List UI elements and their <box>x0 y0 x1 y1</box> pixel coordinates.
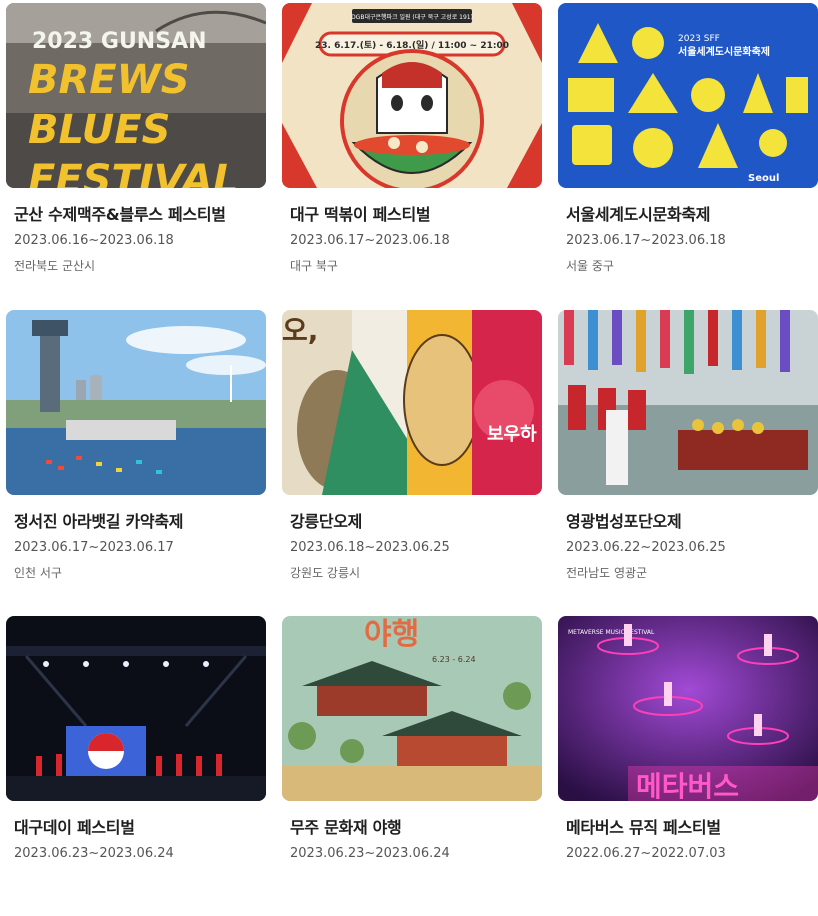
poster-image: 2023 SFF 서울세계도시문화축제 Seoul <box>558 3 818 188</box>
festival-title[interactable]: 무주 문화재 야행 <box>290 814 402 838</box>
festival-date: 2023.06.17~2023.06.18 <box>290 233 450 248</box>
poster-image <box>6 310 266 495</box>
festival-poster[interactable]: 오, 보우하 <box>282 310 542 495</box>
festival-title[interactable]: 대구 떡볶이 페스티벌 <box>290 201 431 225</box>
festival-title[interactable]: 강릉단오제 <box>290 508 362 532</box>
festival-card[interactable]: METAVERSE MUSIC FESTIVAL 메타버스 메타버스 뮤직 페스… <box>558 616 818 916</box>
festival-title[interactable]: 서울세계도시문화축제 <box>566 201 711 225</box>
poster-line: FESTIVAL <box>28 157 238 188</box>
poster-image: METAVERSE MUSIC FESTIVAL 메타버스 <box>558 616 818 801</box>
festival-card[interactable]: 2023 GUNSAN BREWS BLUES FESTIVAL 군산 수제맥주… <box>6 3 266 303</box>
festival-poster[interactable] <box>6 310 266 495</box>
festival-location: 강원도 강릉시 <box>290 566 361 580</box>
festival-title[interactable]: 대구데이 페스티벌 <box>14 814 135 838</box>
festival-date: 2023.06.23~2023.06.24 <box>290 846 450 861</box>
poster-image: 오, 보우하 <box>282 310 542 495</box>
festival-card[interactable]: 야행 6.23 - 6.24 무주 문화재 야행 2023.06.23~2023… <box>282 616 542 916</box>
festival-card[interactable]: 정서진 아라뱃길 카약축제 2023.06.17~2023.06.17 인천 서… <box>6 310 266 610</box>
festival-date: 2023.06.16~2023.06.18 <box>14 233 174 248</box>
festival-title[interactable]: 군산 수제맥주&블루스 페스티벌 <box>14 201 226 225</box>
festival-poster[interactable]: 야행 6.23 - 6.24 <box>282 616 542 801</box>
festival-poster[interactable] <box>558 310 818 495</box>
poster-line: 2023 SFF <box>678 34 720 44</box>
festival-card[interactable]: DGB대구은행파크 일원 (대구 북구 고성로 191) 23. 6.17.(토… <box>282 3 542 303</box>
festival-poster[interactable]: 2023 GUNSAN BREWS BLUES FESTIVAL <box>6 3 266 188</box>
poster-line: 서울세계도시문화축제 <box>678 45 770 58</box>
poster-image: 야행 6.23 - 6.24 <box>282 616 542 801</box>
festival-date: 2022.06.27~2022.07.03 <box>566 846 726 861</box>
festival-poster[interactable] <box>6 616 266 801</box>
festival-location: 서울 중구 <box>566 259 614 273</box>
poster-line: METAVERSE MUSIC FESTIVAL <box>568 629 655 636</box>
poster-image: DGB대구은행파크 일원 (대구 북구 고성로 191) 23. 6.17.(토… <box>282 3 542 188</box>
festival-title[interactable]: 정서진 아라뱃길 카약축제 <box>14 508 183 532</box>
festival-date: 2023.06.18~2023.06.25 <box>290 540 450 555</box>
festival-date: 2023.06.22~2023.06.25 <box>566 540 726 555</box>
poster-image <box>558 310 818 495</box>
poster-image <box>6 616 266 801</box>
festival-location: 전라북도 군산시 <box>14 259 96 273</box>
festival-card[interactable]: 오, 보우하 강릉단오제 2023.06.18~2023.06.25 강원도 강… <box>282 310 542 610</box>
festival-poster[interactable]: DGB대구은행파크 일원 (대구 북구 고성로 191) 23. 6.17.(토… <box>282 3 542 188</box>
festival-card[interactable]: 2023 SFF 서울세계도시문화축제 Seoul 서울세계도시문화축제 202… <box>558 3 818 303</box>
festival-location: 전라남도 영광군 <box>566 566 648 580</box>
poster-line: 야행 <box>364 617 419 652</box>
poster-line: Seoul <box>748 173 779 184</box>
poster-line: BLUES <box>28 107 170 153</box>
poster-line: BREWS <box>28 57 190 103</box>
poster-line: DGB대구은행파크 일원 (대구 북구 고성로 191) <box>351 13 473 21</box>
poster-line: 보우하 <box>487 424 537 445</box>
festival-poster[interactable]: METAVERSE MUSIC FESTIVAL 메타버스 <box>558 616 818 801</box>
festival-title[interactable]: 영광법성포단오제 <box>566 508 682 532</box>
festival-title[interactable]: 메타버스 뮤직 페스티벌 <box>566 814 721 838</box>
festival-card[interactable]: 영광법성포단오제 2023.06.22~2023.06.25 전라남도 영광군 <box>558 310 818 610</box>
festival-location: 인천 서구 <box>14 566 62 580</box>
poster-image: 2023 GUNSAN BREWS BLUES FESTIVAL <box>6 3 266 188</box>
poster-line: 2023 GUNSAN <box>32 29 207 54</box>
poster-line: 메타버스 <box>636 770 739 801</box>
festival-date: 2023.06.23~2023.06.24 <box>14 846 174 861</box>
festival-poster[interactable]: 2023 SFF 서울세계도시문화축제 Seoul <box>558 3 818 188</box>
festival-card[interactable]: 대구데이 페스티벌 2023.06.23~2023.06.24 <box>6 616 266 916</box>
festival-date: 2023.06.17~2023.06.18 <box>566 233 726 248</box>
festival-date: 2023.06.17~2023.06.17 <box>14 540 174 555</box>
poster-line: 6.23 - 6.24 <box>432 655 476 664</box>
poster-line: 오, <box>282 314 318 347</box>
festival-location: 대구 북구 <box>290 259 338 273</box>
